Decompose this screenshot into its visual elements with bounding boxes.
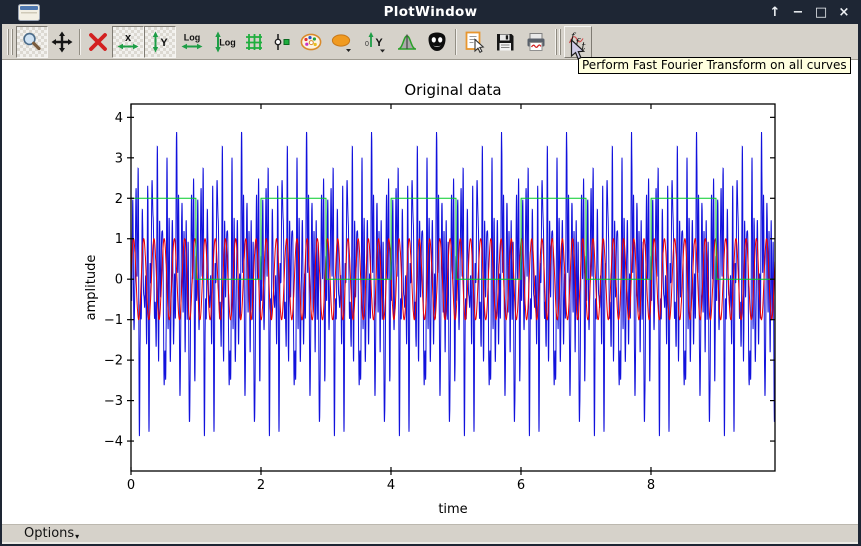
svg-text:−2: −2 (104, 354, 123, 369)
orange-ellipse-icon (330, 30, 354, 54)
red-x-icon (86, 30, 110, 54)
svg-text:0: 0 (365, 41, 369, 48)
svg-text:8: 8 (647, 478, 655, 493)
minimize-button[interactable]: − (791, 5, 805, 20)
toolbar-handle[interactable] (5, 27, 15, 57)
delete-curve-button[interactable] (84, 26, 112, 58)
window-title: PlotWindow (0, 0, 861, 24)
svg-text:3: 3 (115, 151, 123, 166)
toolbar-separator (452, 27, 460, 57)
distribution-button[interactable] (392, 26, 422, 58)
svg-text:−1: −1 (104, 313, 123, 328)
svg-text:t: t (582, 41, 587, 52)
x-axis-arrow-icon: x (116, 30, 140, 54)
log-x-button[interactable]: Log (176, 26, 208, 58)
save-button[interactable] (490, 26, 520, 58)
svg-text:Log: Log (184, 32, 201, 42)
palette-icon (299, 30, 323, 54)
log-x-icon: Log (180, 30, 204, 54)
svg-text:4: 4 (387, 478, 395, 493)
y-axis-arrow-icon: Y (148, 30, 172, 54)
svg-text:4: 4 (115, 111, 123, 126)
y-scale-button[interactable]: 0 Y (358, 26, 392, 58)
grid-button[interactable] (240, 26, 268, 58)
svg-text:1: 1 (115, 232, 123, 247)
svg-text:Log: Log (219, 37, 236, 47)
chevron-down-icon: ▾ (75, 532, 79, 541)
plot-window: PlotWindow ↑ − □ × (0, 0, 861, 546)
svg-text:0: 0 (115, 273, 123, 288)
pan-button[interactable] (48, 26, 76, 58)
printer-icon (524, 30, 548, 54)
close-button[interactable]: × (837, 5, 851, 20)
clipboard-paste-icon (463, 30, 487, 54)
slider-icon (270, 30, 294, 54)
y-axis-label: amplitude (84, 255, 99, 321)
plot-client-area: 0 2 4 6 8 −4 −3 −2 −1 0 1 2 3 4 Original data time ampli… (2, 60, 858, 524)
curve-style-button[interactable] (268, 26, 296, 58)
toolbar-handle[interactable] (553, 27, 563, 57)
options-bar: Options ▾ (2, 524, 858, 542)
x-axis-label: time (438, 502, 467, 517)
maximize-button[interactable]: □ (814, 5, 828, 20)
svg-text:−4: −4 (104, 435, 123, 450)
svg-text:x: x (125, 32, 132, 44)
floppy-disk-icon (493, 30, 517, 54)
svg-text:Y: Y (160, 37, 168, 49)
move-arrows-icon (50, 30, 74, 54)
zoom-y-button[interactable]: Y (144, 26, 176, 58)
colors-button[interactable] (296, 26, 326, 58)
print-button[interactable] (520, 26, 552, 58)
fft-icon: f f t (566, 30, 590, 54)
paste-button[interactable] (460, 26, 490, 58)
mask-icon (425, 30, 449, 54)
svg-text:−3: −3 (104, 394, 123, 409)
grid-icon (242, 30, 266, 54)
svg-text:0: 0 (127, 478, 135, 493)
plot-series (131, 132, 775, 436)
y-scale-icon: 0 Y (362, 30, 388, 54)
svg-text:6: 6 (517, 478, 525, 493)
mask-button[interactable] (422, 26, 452, 58)
log-y-button[interactable]: Log (208, 26, 240, 58)
fft-button[interactable]: f f t (564, 26, 592, 58)
title-bar[interactable]: PlotWindow ↑ − □ × (0, 0, 861, 24)
plot-title: Original data (404, 81, 501, 99)
toolbar-separator (76, 27, 84, 57)
gaussian-icon (395, 30, 419, 54)
statusbar-strip (2, 542, 858, 544)
plot-canvas[interactable]: 0 2 4 6 8 −4 −3 −2 −1 0 1 2 3 4 Original data time ampli… (2, 60, 858, 524)
svg-text:2: 2 (115, 192, 123, 207)
toolbar: x Y Log (2, 24, 858, 60)
shade-button[interactable]: ↑ (768, 5, 782, 20)
magnifier-icon (20, 30, 44, 54)
zoom-x-button[interactable]: x (112, 26, 144, 58)
svg-text:f: f (575, 37, 582, 48)
log-y-icon: Log (212, 30, 236, 54)
symbol-button[interactable] (326, 26, 358, 58)
zoom-button[interactable] (16, 26, 48, 58)
svg-text:Y: Y (375, 37, 383, 49)
fft-tooltip: Perform Fast Fourier Transform on all cu… (578, 57, 851, 74)
svg-text:2: 2 (257, 478, 265, 493)
options-button[interactable]: Options (24, 526, 74, 541)
